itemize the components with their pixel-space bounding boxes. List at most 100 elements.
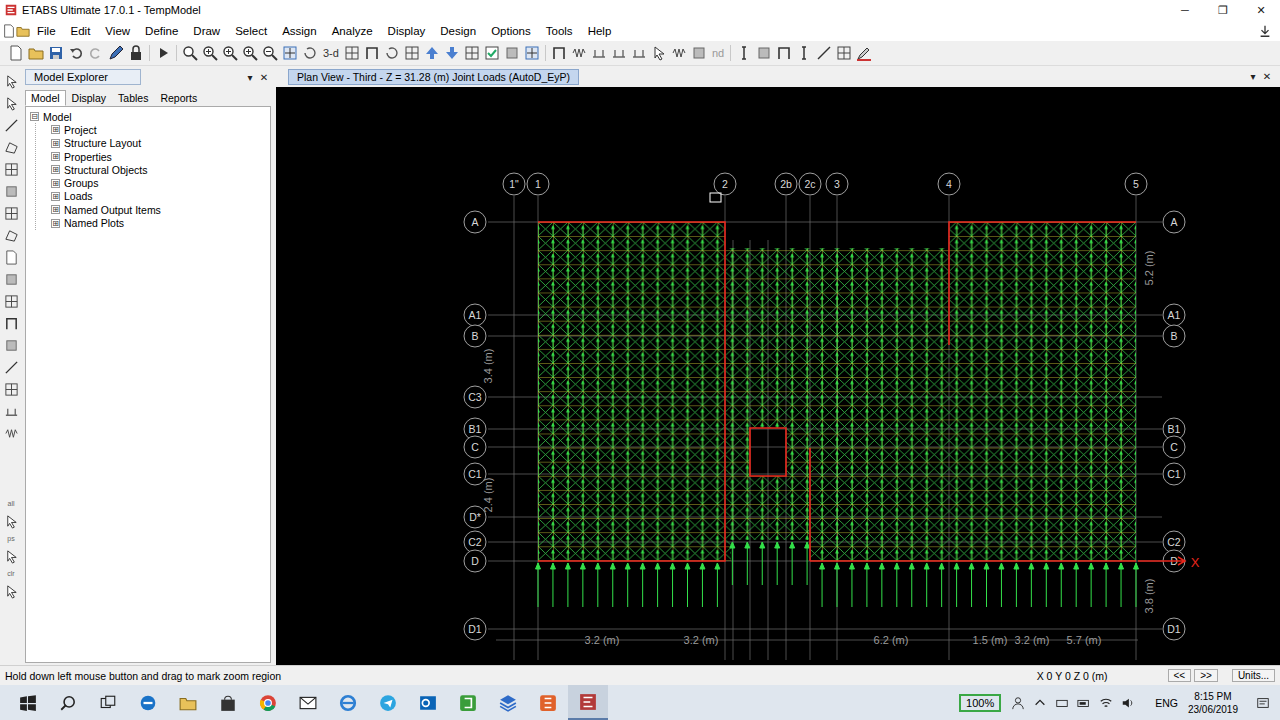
menu-item[interactable]: Design xyxy=(433,25,484,37)
cursor-button[interactable] xyxy=(2,547,20,566)
cursor-button[interactable] xyxy=(2,582,20,601)
language-indicator[interactable]: ENG xyxy=(1155,697,1178,709)
grid-bubble[interactable]: C1 xyxy=(1163,463,1185,485)
chrome-button[interactable] xyxy=(248,685,288,720)
check-button[interactable] xyxy=(482,43,502,63)
edge-button[interactable] xyxy=(128,685,168,720)
up-button[interactable] xyxy=(422,43,442,63)
menu-item[interactable]: File xyxy=(30,25,64,37)
view-menu-button[interactable]: ▾ xyxy=(1246,71,1260,82)
grid-bubble[interactable]: A1 xyxy=(1163,304,1185,326)
line-button[interactable] xyxy=(2,116,20,135)
cursor-button[interactable] xyxy=(2,72,20,91)
maximize-button[interactable]: ❐ xyxy=(1204,4,1242,17)
menu-item[interactable]: Tools xyxy=(539,25,581,37)
grid-bubble[interactable]: B xyxy=(464,325,486,347)
expand-toggle[interactable]: ⊞ xyxy=(51,165,60,174)
grid-bubble[interactable]: A1 xyxy=(464,304,486,326)
expand-toggle[interactable]: ⊞ xyxy=(51,205,60,214)
expand-toggle[interactable]: ⊞ xyxy=(51,179,60,188)
expand-toggle[interactable]: ⊞ xyxy=(51,125,60,134)
rot-button[interactable] xyxy=(382,43,402,63)
zoomin-button[interactable] xyxy=(220,43,240,63)
grid-button[interactable] xyxy=(834,43,854,63)
box-button[interactable] xyxy=(2,182,20,201)
folder-button[interactable] xyxy=(26,43,46,63)
expand-toggle[interactable]: ⊟ xyxy=(30,112,39,121)
grid-bubble[interactable]: 5 xyxy=(1125,173,1147,195)
grid-button[interactable] xyxy=(2,160,20,179)
pencil-button[interactable] xyxy=(106,43,126,63)
grid-bubble[interactable]: C3 xyxy=(464,386,486,408)
cursor-button[interactable] xyxy=(649,43,669,63)
pan-button[interactable] xyxy=(522,43,542,63)
pin-button[interactable]: ▾ xyxy=(243,72,257,83)
explorer-tab[interactable]: Reports xyxy=(154,90,203,106)
close-button[interactable]: ✕ xyxy=(1242,4,1280,17)
cursor-button[interactable] xyxy=(2,94,20,113)
rot-button[interactable] xyxy=(300,43,320,63)
caret-button[interactable] xyxy=(794,43,814,63)
pan-button[interactable] xyxy=(280,43,300,63)
outlook-button[interactable] xyxy=(408,685,448,720)
expand-toggle[interactable]: ⊞ xyxy=(51,219,60,228)
grid-button[interactable] xyxy=(402,43,422,63)
beam-button[interactable] xyxy=(609,43,629,63)
play-button[interactable] xyxy=(153,43,173,63)
caret-button[interactable] xyxy=(734,43,754,63)
grid-button[interactable] xyxy=(2,380,20,399)
grid-button[interactable] xyxy=(2,292,20,311)
explorer-tab[interactable]: Tables xyxy=(112,90,154,106)
poly-button[interactable] xyxy=(2,226,20,245)
grid-bubble[interactable]: 2c xyxy=(799,173,821,195)
grid-bubble[interactable]: D xyxy=(464,550,486,572)
grid-button[interactable] xyxy=(2,204,20,223)
grid-bubble[interactable]: C xyxy=(1163,436,1185,458)
frame-button[interactable] xyxy=(362,43,382,63)
grid-bubble[interactable]: 4 xyxy=(938,173,960,195)
tree-item[interactable]: ⊞Project xyxy=(51,123,266,136)
file-explorer-button[interactable] xyxy=(168,685,208,720)
tree-item[interactable]: ⊞Named Output Items xyxy=(51,203,266,216)
grid-bubble[interactable]: 1 xyxy=(527,173,549,195)
select-clr-button[interactable]: clr xyxy=(7,569,14,579)
explorer-tab[interactable]: Display xyxy=(66,90,112,106)
line-button[interactable] xyxy=(814,43,834,63)
grid-bubble[interactable]: 2 xyxy=(714,173,736,195)
units-button[interactable]: Units... xyxy=(1232,669,1275,682)
previous-button[interactable]: << xyxy=(1168,669,1192,682)
menu-item[interactable]: View xyxy=(98,25,138,37)
next-button[interactable]: >> xyxy=(1194,669,1218,682)
telegram-button[interactable] xyxy=(368,685,408,720)
tree-item[interactable]: ⊞Named Plots xyxy=(51,216,266,229)
page-button[interactable] xyxy=(6,43,26,63)
windows-button[interactable] xyxy=(8,685,48,720)
grid-bubble[interactable]: A xyxy=(464,211,486,233)
expand-toggle[interactable]: ⊞ xyxy=(51,192,60,201)
box-button[interactable] xyxy=(2,336,20,355)
close-button[interactable]: ✕ xyxy=(257,72,271,83)
frame-button[interactable] xyxy=(549,43,569,63)
task-view-button[interactable] xyxy=(88,685,128,720)
beam-button[interactable] xyxy=(2,402,20,421)
minimize-button[interactable]: ─ xyxy=(1166,4,1204,16)
frame-button[interactable] xyxy=(2,314,20,333)
tree-item[interactable]: ⊞Groups xyxy=(51,176,266,189)
grid-bubble[interactable]: B xyxy=(1163,325,1185,347)
pen-button[interactable] xyxy=(854,43,874,63)
drawing-canvas[interactable]: 1"122b2c345AA1BC3B1CC1D*C2DD1AA1BB1CC1C2… xyxy=(276,87,1280,665)
stack-app-button[interactable] xyxy=(488,685,528,720)
line-button[interactable] xyxy=(2,358,20,377)
menu-item[interactable]: Analyze xyxy=(325,25,381,37)
box-button[interactable] xyxy=(502,43,522,63)
tree-item[interactable]: ⊞Loads xyxy=(51,190,266,203)
grid-button[interactable] xyxy=(342,43,362,63)
clock[interactable]: 8:15 PM23/06/2019 xyxy=(1188,690,1238,716)
spring-button[interactable] xyxy=(2,424,20,443)
grid-bubble[interactable]: 3 xyxy=(826,173,848,195)
mail-button[interactable] xyxy=(288,685,328,720)
menu-item[interactable]: Help xyxy=(581,25,620,37)
display-button[interactable]: nd xyxy=(709,47,727,59)
menu-item[interactable]: Define xyxy=(138,25,186,37)
grid-bubble[interactable]: 2b xyxy=(775,173,797,195)
